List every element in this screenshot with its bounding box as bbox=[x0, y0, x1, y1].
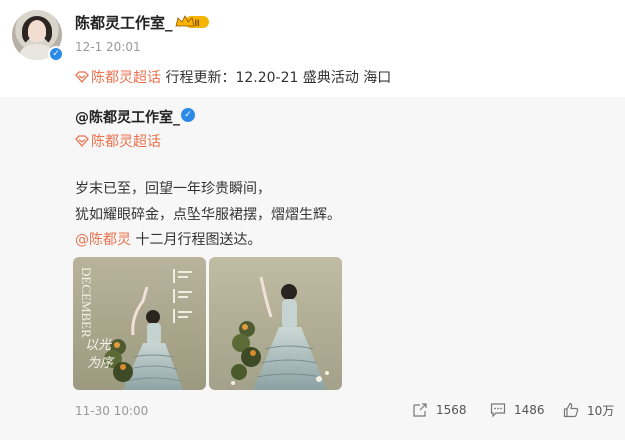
comment-icon bbox=[490, 403, 506, 418]
supertopic-icon bbox=[75, 135, 89, 147]
supertopic-link[interactable]: 陈都灵超话 bbox=[91, 70, 161, 86]
mention-link[interactable]: @陈都灵 bbox=[75, 232, 131, 248]
photo-thumbnail-1[interactable]: DECEMBER 以光 为序 bbox=[73, 257, 206, 390]
comment-button[interactable]: 1486 bbox=[490, 401, 545, 419]
post-text-body: 行程更新：12.20-21 盛典活动 海口 bbox=[161, 70, 392, 86]
post-header: ✓ 陈都灵工作室_ II 12-1 20:01 陈都灵超话 行程更新：12.20… bbox=[0, 0, 625, 100]
post-text: 陈都灵超话 行程更新：12.20-21 盛典活动 海口 bbox=[75, 67, 391, 87]
supertopic-icon bbox=[75, 71, 89, 83]
original-post-time[interactable]: 11-30 10:00 bbox=[75, 404, 148, 418]
reposted-content[interactable]: @陈都灵工作室_ ✓ 陈都灵超话 岁末已至，回望一年珍贵瞬间， 犹如耀眼碎金，点… bbox=[0, 97, 625, 440]
like-button[interactable]: 10万 bbox=[563, 401, 614, 419]
supertopic-label[interactable]: 陈都灵超话 bbox=[91, 134, 161, 150]
original-author[interactable]: @陈都灵工作室_ bbox=[75, 107, 180, 127]
body-line-3: @陈都灵 十二月行程图送达。 bbox=[75, 232, 262, 248]
repost-icon bbox=[413, 403, 427, 417]
original-supertopic[interactable]: 陈都灵超话 bbox=[75, 131, 161, 151]
photo-thumbnail-2[interactable] bbox=[209, 257, 342, 390]
author-name[interactable]: 陈都灵工作室_ bbox=[75, 12, 173, 33]
verified-icon: ✓ bbox=[181, 108, 195, 122]
body-line-1: 岁末已至，回望一年珍贵瞬间， bbox=[75, 181, 271, 197]
vip-crown-icon[interactable]: II bbox=[175, 14, 211, 30]
post-time[interactable]: 12-1 20:01 bbox=[75, 40, 141, 54]
verified-icon: ✓ bbox=[48, 46, 64, 62]
body-line-2: 犹如耀眼碎金，点坠华服裙摆，熠熠生辉。 bbox=[75, 207, 341, 223]
vip-level-text: II bbox=[194, 18, 199, 28]
svg-text:以光: 以光 bbox=[85, 338, 112, 353]
svg-text:为序: 为序 bbox=[87, 356, 115, 371]
poster-title: DECEMBER bbox=[79, 267, 94, 338]
like-icon bbox=[563, 402, 579, 418]
comment-count: 1486 bbox=[514, 403, 545, 417]
like-count: 10万 bbox=[587, 403, 615, 418]
repost-count: 1568 bbox=[436, 403, 467, 417]
repost-button[interactable]: 1568 bbox=[412, 401, 467, 419]
